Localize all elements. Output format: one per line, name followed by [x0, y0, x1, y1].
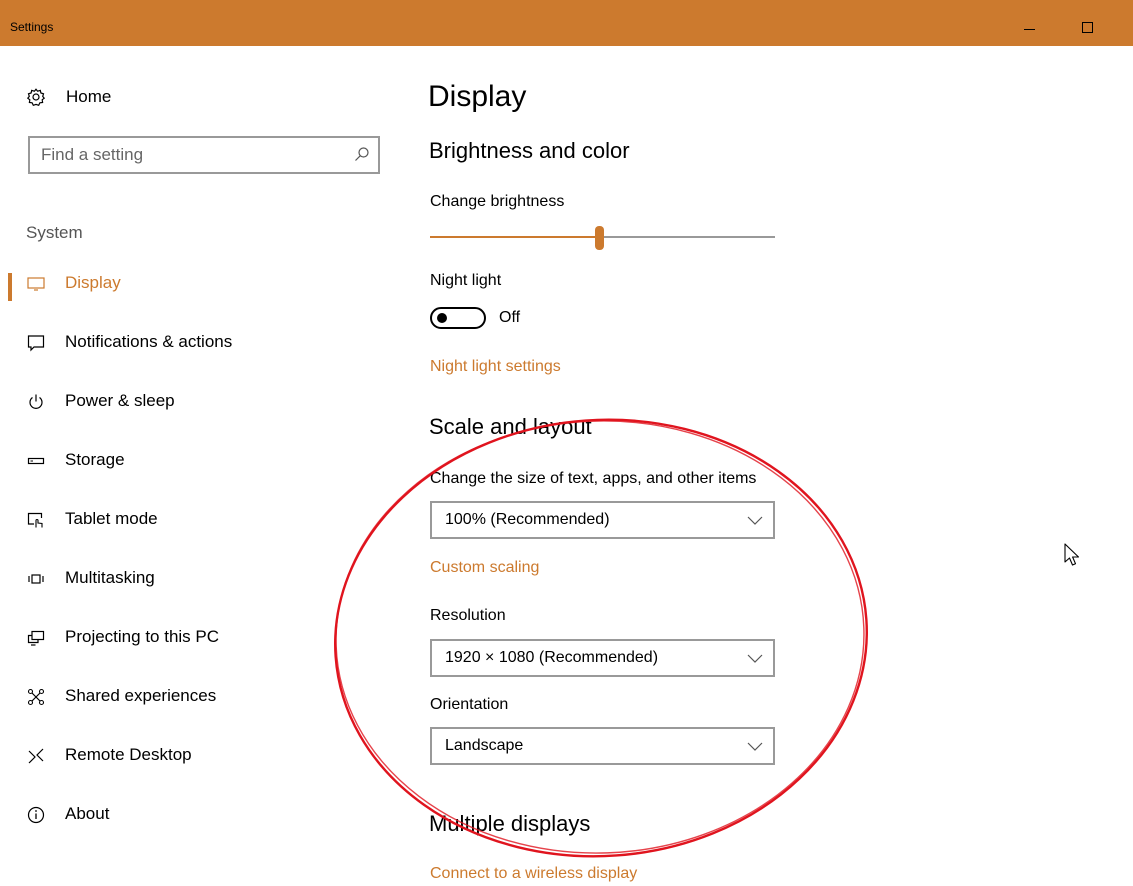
custom-scaling-link[interactable]: Custom scaling	[430, 559, 539, 577]
shared-experiences-icon	[27, 688, 45, 706]
tablet-mode-icon	[27, 512, 43, 528]
home-nav-item[interactable]: Home	[26, 84, 111, 110]
sidebar-item-label: Notifications & actions	[65, 332, 233, 351]
minimize-icon	[1023, 28, 1035, 30]
window-title: Settings	[10, 20, 54, 34]
message-icon	[27, 335, 45, 352]
sidebar-item-multitasking[interactable]: Multitasking	[0, 558, 390, 598]
brightness-slider[interactable]	[430, 226, 775, 250]
sidebar-item-power-sleep[interactable]: Power & sleep	[0, 381, 390, 421]
search-box[interactable]	[28, 136, 380, 174]
brightness-label: Change brightness	[430, 193, 565, 210]
home-label: Home	[66, 87, 112, 106]
night-light-state: Off	[499, 309, 521, 326]
sidebar-item-label: Power & sleep	[65, 391, 175, 410]
section-heading-brightness: Brightness and color	[429, 138, 630, 163]
sidebar-item-remote-desktop[interactable]: Remote Desktop	[0, 735, 390, 775]
sidebar-item-display[interactable]: Display	[0, 263, 390, 303]
brightness-slider-thumb[interactable]	[595, 226, 604, 250]
gear-icon	[26, 88, 46, 107]
minimize-button[interactable]	[1006, 12, 1052, 42]
dropdown-value: 100% (Recommended)	[445, 511, 610, 528]
night-light-toggle[interactable]	[430, 307, 486, 329]
night-light-settings-link[interactable]: Night light settings	[430, 358, 561, 376]
resolution-label: Resolution	[430, 607, 506, 624]
info-icon	[27, 806, 45, 824]
orientation-label: Orientation	[430, 696, 509, 713]
section-label-system: System	[26, 223, 83, 242]
selection-indicator	[8, 273, 12, 301]
sidebar-item-notifications[interactable]: Notifications & actions	[0, 322, 390, 362]
connect-wireless-display-link[interactable]: Connect to a wireless display	[430, 865, 637, 883]
brightness-track-filled	[430, 236, 595, 238]
maximize-button[interactable]	[1064, 12, 1110, 42]
sidebar-item-storage[interactable]: Storage	[0, 440, 390, 480]
sidebar-item-about[interactable]: About	[0, 794, 390, 834]
sidebar-item-label: Display	[65, 273, 121, 292]
text-size-label: Change the size of text, apps, and other…	[430, 470, 757, 487]
mouse-cursor-icon	[1064, 543, 1080, 566]
storage-icon	[27, 457, 45, 465]
monitor-icon	[27, 277, 45, 291]
sidebar-item-projecting[interactable]: Projecting to this PC	[0, 617, 390, 657]
dropdown-value: Landscape	[445, 737, 524, 754]
sidebar-item-shared-experiences[interactable]: Shared experiences	[0, 676, 390, 716]
brightness-track-empty	[604, 236, 775, 238]
sidebar-item-tablet-mode[interactable]: Tablet mode	[0, 499, 390, 539]
night-light-label: Night light	[430, 272, 502, 289]
chevron-down-icon	[747, 654, 763, 663]
remote-desktop-icon	[28, 748, 44, 764]
resolution-dropdown[interactable]: 1920 × 1080 (Recommended)	[430, 639, 775, 677]
sidebar-item-label: Shared experiences	[65, 686, 217, 705]
search-input[interactable]	[30, 138, 340, 172]
multitasking-icon	[28, 574, 44, 584]
toggle-knob	[437, 313, 447, 323]
sidebar-item-label: Projecting to this PC	[65, 627, 220, 646]
section-heading-scale-layout: Scale and layout	[429, 414, 592, 439]
sidebar-item-label: Multitasking	[65, 568, 155, 587]
section-heading-multiple-displays: Multiple displays	[429, 811, 591, 836]
title-bar: Settings	[0, 0, 1133, 46]
text-size-dropdown[interactable]: 100% (Recommended)	[430, 501, 775, 539]
dropdown-value: 1920 × 1080 (Recommended)	[445, 649, 659, 666]
orientation-dropdown[interactable]: Landscape	[430, 727, 775, 765]
power-icon	[29, 394, 43, 409]
page-title: Display	[428, 80, 527, 113]
projecting-icon	[27, 630, 45, 646]
maximize-icon	[1081, 21, 1093, 33]
sidebar-item-label: Storage	[65, 450, 125, 469]
sidebar-item-label: About	[65, 804, 110, 823]
chevron-down-icon	[747, 742, 763, 751]
sidebar-item-label: Remote Desktop	[65, 745, 192, 764]
sidebar-item-label: Tablet mode	[65, 509, 158, 528]
search-icon[interactable]	[354, 146, 370, 162]
chevron-down-icon	[747, 516, 763, 525]
